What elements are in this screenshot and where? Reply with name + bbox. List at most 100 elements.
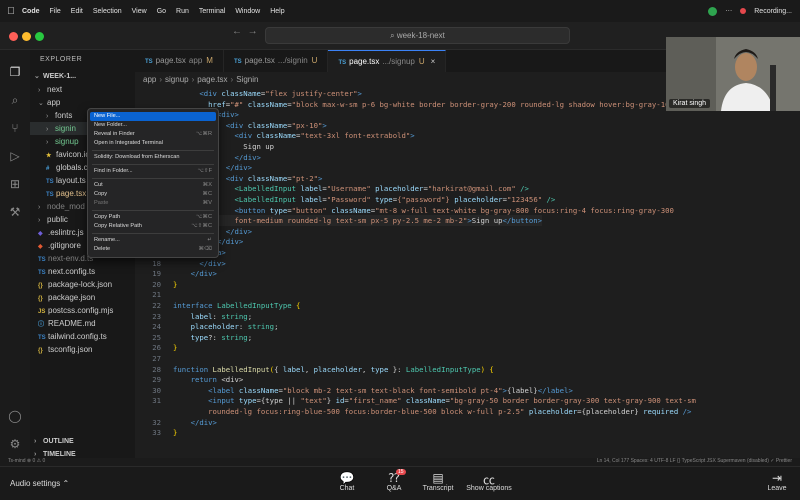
captions-button[interactable]: ㏄ Show captions [463, 471, 515, 492]
chat-button[interactable]: 💬 Chat [332, 471, 362, 492]
menu-view[interactable]: View [132, 8, 147, 15]
tree-item[interactable]: › next [30, 83, 135, 96]
ts-icon: TS [38, 270, 46, 276]
context-menu-item[interactable]: Open in Integrated Terminal [88, 139, 218, 148]
breadcrumb-item[interactable]: page.tsx [197, 75, 227, 84]
context-menu-item[interactable]: New File... [90, 112, 216, 121]
search-icon[interactable]: ⌕ [7, 92, 23, 108]
shield-check-icon[interactable] [708, 6, 718, 16]
ts-icon: TS [46, 192, 54, 198]
tab-path: .../signup [382, 57, 415, 66]
editor-tab[interactable]: TS page.tsx .../signup U × [328, 50, 447, 72]
breadcrumb-item[interactable]: Signin [236, 75, 258, 84]
context-menu-item[interactable]: Find in Folder... ⌥⇧F [88, 167, 218, 176]
context-menu-item[interactable]: Paste ⌘V [88, 199, 218, 208]
explorer-icon[interactable]: ❐ [7, 64, 23, 80]
breadcrumb-item[interactable]: signup [165, 75, 189, 84]
menu-terminal[interactable]: Terminal [199, 8, 225, 15]
code-token: placeholder [454, 195, 503, 204]
remote-icon[interactable]: ⚒ [7, 204, 23, 220]
tree-item-label: favicon.ic [56, 150, 90, 159]
outline-section[interactable]: › OUTLINE [30, 435, 74, 448]
project-root[interactable]: ⌄ WEEK-1... [30, 70, 135, 83]
code-token: </button> [502, 216, 543, 226]
code-token: "px-10" [291, 120, 323, 130]
tree-item[interactable]: TS next.config.ts [30, 265, 135, 278]
code-token: <div> [221, 375, 244, 385]
status-left[interactable]: Ts-mind ⊗ 0 ⚠ 0 [8, 458, 45, 464]
code-token: > [322, 120, 327, 130]
context-menu-item[interactable]: Copy Relative Path ⌥⇧⌘C [88, 222, 218, 231]
code-token: }: [388, 364, 406, 374]
close-icon[interactable]: × [431, 57, 436, 66]
menu-item-shortcut: ⌥⌘C [195, 214, 212, 220]
back-arrow-icon[interactable]: ← [232, 26, 242, 37]
apple-icon[interactable]:  [0, 6, 22, 17]
command-center-search[interactable]: ⌕ week-18-next [265, 27, 570, 44]
tree-item[interactable]: {} package.json [30, 291, 135, 304]
menu-item-label: Copy Path [94, 214, 121, 220]
extensions-icon[interactable]: ⊞ [7, 176, 23, 192]
tree-item-label: package.json [48, 293, 96, 302]
chevron-up-icon: ⌃ [62, 479, 70, 488]
context-menu-item[interactable]: Copy Path ⌥⌘C [88, 213, 218, 222]
menu-file[interactable]: File [50, 8, 61, 15]
forward-arrow-icon[interactable]: → [248, 26, 258, 37]
menu-help[interactable]: Help [270, 8, 284, 15]
editor-area: TS page.tsx app M TS page.tsx .../signin U TS pag… [135, 50, 800, 465]
context-menu-item[interactable]: Delete ⌘⌫ [88, 245, 218, 254]
tree-item-label: next [47, 85, 63, 94]
settings-gear-icon[interactable]: ⚙ [7, 436, 23, 452]
menu-selection[interactable]: Selection [93, 8, 122, 15]
code-token: <div> [216, 110, 239, 120]
line-number: 29 [152, 375, 161, 385]
run-debug-icon[interactable]: ▷ [7, 148, 23, 164]
context-menu-item[interactable]: Cut ⌘X [88, 181, 218, 190]
tree-item-label: app [47, 98, 61, 107]
transcript-button[interactable]: ▤ Transcript [420, 471, 456, 492]
context-menu-item[interactable]: Reveal in Finder ⌥⌘R [88, 130, 218, 139]
code-token: } [173, 343, 178, 353]
captions-icon: ㏄ [482, 473, 495, 487]
tree-item[interactable]: JS postcss.config.mjs [30, 304, 135, 317]
account-icon[interactable]: ◯ [7, 408, 23, 424]
minimize-window-icon[interactable] [22, 32, 31, 41]
code-token: ; [247, 311, 253, 321]
source-control-icon[interactable]: ⑂ [7, 120, 23, 136]
menu-item-shortcut: ⌘⌫ [198, 246, 212, 252]
breadcrumb-item[interactable]: app [143, 75, 156, 84]
context-menu-item[interactable]: Rename... ↵ [88, 236, 218, 245]
code-token: "#" [230, 99, 248, 109]
menu-run[interactable]: Run [176, 8, 189, 15]
recording-label[interactable]: Recording... [754, 8, 792, 15]
code-token: label [282, 364, 305, 374]
editor-tab[interactable]: TS page.tsx app M [135, 50, 224, 72]
close-window-icon[interactable] [9, 32, 18, 41]
maximize-window-icon[interactable] [35, 32, 44, 41]
context-menu-item[interactable]: Solidity: Download from Etherscan [88, 153, 218, 162]
audio-settings-button[interactable]: Audio settings ⌃ [10, 479, 69, 488]
qa-button[interactable]: ⁇ Q&A 15 [380, 469, 408, 492]
tree-item[interactable]: {} tsconfig.json [30, 343, 135, 356]
menu-app-name[interactable]: Code [22, 8, 40, 15]
code-token: className [247, 120, 288, 130]
menu-item-label: Copy [94, 191, 108, 197]
menu-item-shortcut: ⌘V [202, 200, 212, 206]
editor-tab[interactable]: TS page.tsx .../signin U [224, 50, 329, 72]
menu-edit[interactable]: Edit [71, 8, 83, 15]
menu-go[interactable]: Go [157, 8, 166, 15]
ts-icon: TS [38, 335, 46, 341]
tree-item[interactable]: TS tailwind.config.ts [30, 330, 135, 343]
tree-item[interactable]: {} package-lock.json [30, 278, 135, 291]
code-token: <div [199, 89, 222, 98]
tree-item[interactable]: ⓘ README.md [30, 317, 135, 330]
context-menu-item[interactable]: Copy ⌘C [88, 190, 218, 199]
menu-window[interactable]: Window [235, 8, 260, 15]
status-right[interactable]: Ln 14, Col 177 Spaces: 4 UTF-8 LF {} Typ… [597, 458, 792, 464]
dots-icon[interactable]: ⋯ [725, 7, 732, 15]
context-menu-item[interactable]: New Folder... [88, 121, 218, 130]
leave-button[interactable]: ⇥ Leave [764, 471, 790, 492]
code-token: ; [274, 322, 279, 332]
code-token: {label} [506, 385, 538, 395]
